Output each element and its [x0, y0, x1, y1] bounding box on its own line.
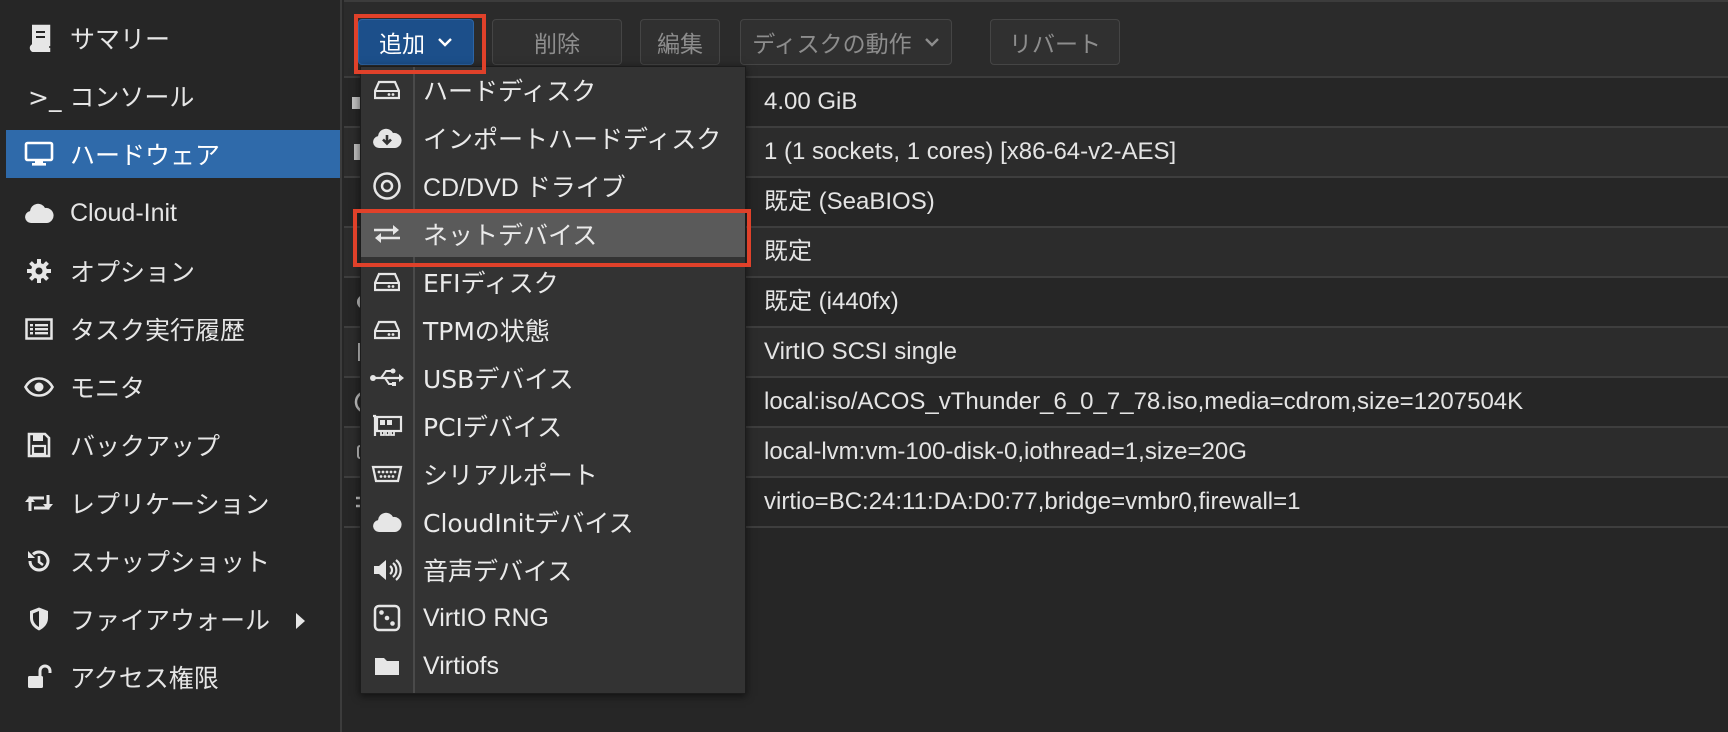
- unlock-icon: [22, 660, 56, 694]
- cloud-icon: [22, 196, 56, 230]
- edit-button[interactable]: 編集: [640, 19, 720, 65]
- history-icon: [22, 544, 56, 578]
- exchange-icon: [361, 211, 413, 257]
- disk-action-button[interactable]: ディスクの動作: [740, 19, 952, 65]
- sidebar-item-label: タスク実行履歴: [70, 316, 246, 345]
- list-icon: [22, 312, 56, 346]
- add-button[interactable]: 追加: [358, 19, 474, 65]
- sidebar-item-cloud-init[interactable]: Cloud-Init: [6, 189, 340, 237]
- hardware-value: local-lvm:vm-100-disk-0,iothread=1,size=…: [764, 438, 1247, 465]
- delete-button-label: 削除: [534, 32, 580, 58]
- pci-card-icon: [361, 403, 413, 449]
- menu-item-serial-port[interactable]: シリアルポート: [361, 451, 745, 497]
- folder-icon: [361, 643, 413, 689]
- sidebar-item-label: >_ コンソール: [28, 83, 195, 112]
- sidebar-item-replication[interactable]: レプリケーション: [6, 479, 340, 527]
- book-icon: [22, 21, 56, 55]
- menu-item-hard-disk[interactable]: ハードディスク: [361, 67, 745, 113]
- sidebar-item-firewall[interactable]: ファイアウォール: [6, 595, 340, 643]
- menu-item-virtiofs[interactable]: Virtiofs: [361, 643, 745, 689]
- menu-item-efi-disk[interactable]: EFIディスク: [361, 259, 745, 305]
- gear-icon: [22, 254, 56, 288]
- sidebar-item-label: Cloud-Init: [70, 198, 177, 227]
- menu-item-label: ハードディスク: [423, 77, 597, 106]
- cloud-download-icon: [361, 115, 413, 161]
- hardware-value: local:iso/ACOS_vThunder_6_0_7_78.iso,med…: [764, 388, 1524, 415]
- delete-button[interactable]: 削除: [492, 19, 622, 65]
- sidebar-item-summary[interactable]: サマリー: [6, 14, 340, 62]
- disk-action-label: ディスクの動作: [752, 32, 912, 58]
- menu-item-cd-dvd-drive[interactable]: CD/DVD ドライブ: [361, 163, 745, 209]
- sidebar-item-label: アクセス権限: [70, 664, 219, 693]
- menu-item-import-hard-disk[interactable]: インポートハードディスク: [361, 115, 745, 161]
- hardware-value: virtio=BC:24:11:DA:D0:77,bridge=vmbr0,fi…: [764, 488, 1301, 515]
- hardware-value: 既定: [764, 238, 812, 265]
- sidebar-item-label: オプション: [70, 258, 196, 287]
- floppy-icon: [22, 428, 56, 462]
- sidebar-item-label: モニタ: [70, 374, 146, 403]
- chevron-down-icon: [924, 37, 940, 47]
- sidebar-item-permissions[interactable]: アクセス権限: [6, 653, 340, 701]
- volume-icon: [361, 547, 413, 593]
- menu-item-label: TPMの状態: [423, 317, 550, 346]
- caret-right-icon: [294, 608, 306, 637]
- sidebar-item-task-history[interactable]: タスク実行履歴: [6, 305, 340, 353]
- serial-port-icon: [361, 451, 413, 497]
- add-menu: ハードディスク インポートハードディスク CD/DVD ドライブ ネットデバイス…: [360, 66, 746, 694]
- hdd-icon: [361, 67, 413, 113]
- menu-item-usb-device[interactable]: USBデバイス: [361, 355, 745, 401]
- menu-item-label: インポートハードディスク: [423, 125, 722, 154]
- hdd-icon: [361, 259, 413, 305]
- sidebar-item-label: サマリー: [70, 25, 171, 54]
- sidebar-item-label: スナップショット: [70, 548, 271, 577]
- sidebar-item-console[interactable]: >_ コンソール: [6, 72, 340, 120]
- sidebar-item-backup[interactable]: バックアップ: [6, 421, 340, 469]
- sidebar: サマリー >_ コンソール ハードウェア Cloud-Init オプション タス…: [0, 0, 342, 732]
- hardware-value: 既定 (i440fx): [764, 288, 899, 315]
- chevron-down-icon: [437, 37, 453, 47]
- retweet-icon: [22, 486, 56, 520]
- usb-icon: [361, 355, 413, 401]
- menu-item-cloudinit-device[interactable]: CloudInitデバイス: [361, 499, 745, 545]
- desktop-icon: [22, 137, 56, 171]
- sidebar-item-label: レプリケーション: [70, 490, 270, 519]
- menu-item-label: CD/DVD ドライブ: [423, 174, 626, 202]
- revert-button-label: リバート: [1009, 32, 1101, 58]
- sidebar-item-snapshot[interactable]: スナップショット: [6, 537, 340, 585]
- add-button-label: 追加: [379, 32, 425, 58]
- edit-button-label: 編集: [657, 32, 703, 58]
- menu-item-network-device[interactable]: ネットデバイス: [361, 211, 745, 257]
- menu-item-label: シリアルポート: [423, 461, 598, 490]
- disc-icon: [361, 163, 413, 209]
- menu-item-virtio-rng[interactable]: VirtIO RNG: [361, 595, 745, 641]
- menu-item-audio-device[interactable]: 音声デバイス: [361, 547, 745, 593]
- menu-item-label: EFIディスク: [423, 269, 559, 298]
- hardware-value: 既定 (SeaBIOS): [764, 188, 935, 215]
- hardware-value: 4.00 GiB: [764, 88, 858, 115]
- menu-item-label: VirtIO RNG: [423, 603, 549, 632]
- menu-item-tpm-state[interactable]: TPMの状態: [361, 307, 745, 353]
- sidebar-item-monitor[interactable]: モニタ: [6, 363, 340, 411]
- menu-item-pci-device[interactable]: PCIデバイス: [361, 403, 745, 449]
- hardware-value: 1 (1 sockets, 1 cores) [x86-64-v2-AES]: [764, 138, 1177, 165]
- sidebar-item-label: ファイアウォール: [70, 606, 271, 635]
- sidebar-item-label: バックアップ: [70, 432, 221, 461]
- hdd-icon: [361, 307, 413, 353]
- menu-item-label: Virtiofs: [423, 651, 499, 680]
- sidebar-item-label: ハードウェア: [70, 141, 221, 170]
- menu-item-label: PCIデバイス: [423, 413, 563, 442]
- shield-icon: [22, 602, 56, 636]
- sidebar-item-options[interactable]: オプション: [6, 247, 340, 295]
- sidebar-item-hardware[interactable]: ハードウェア: [6, 130, 340, 178]
- dice-icon: [361, 595, 413, 641]
- menu-item-label: USBデバイス: [423, 365, 574, 394]
- cloud-icon: [361, 499, 413, 545]
- menu-item-label: 音声デバイス: [423, 557, 573, 586]
- menu-item-label: CloudInitデバイス: [423, 509, 634, 538]
- hardware-value: VirtIO SCSI single: [764, 338, 957, 365]
- eye-icon: [22, 370, 56, 404]
- menu-item-label: ネットデバイス: [423, 221, 598, 250]
- revert-button[interactable]: リバート: [990, 19, 1120, 65]
